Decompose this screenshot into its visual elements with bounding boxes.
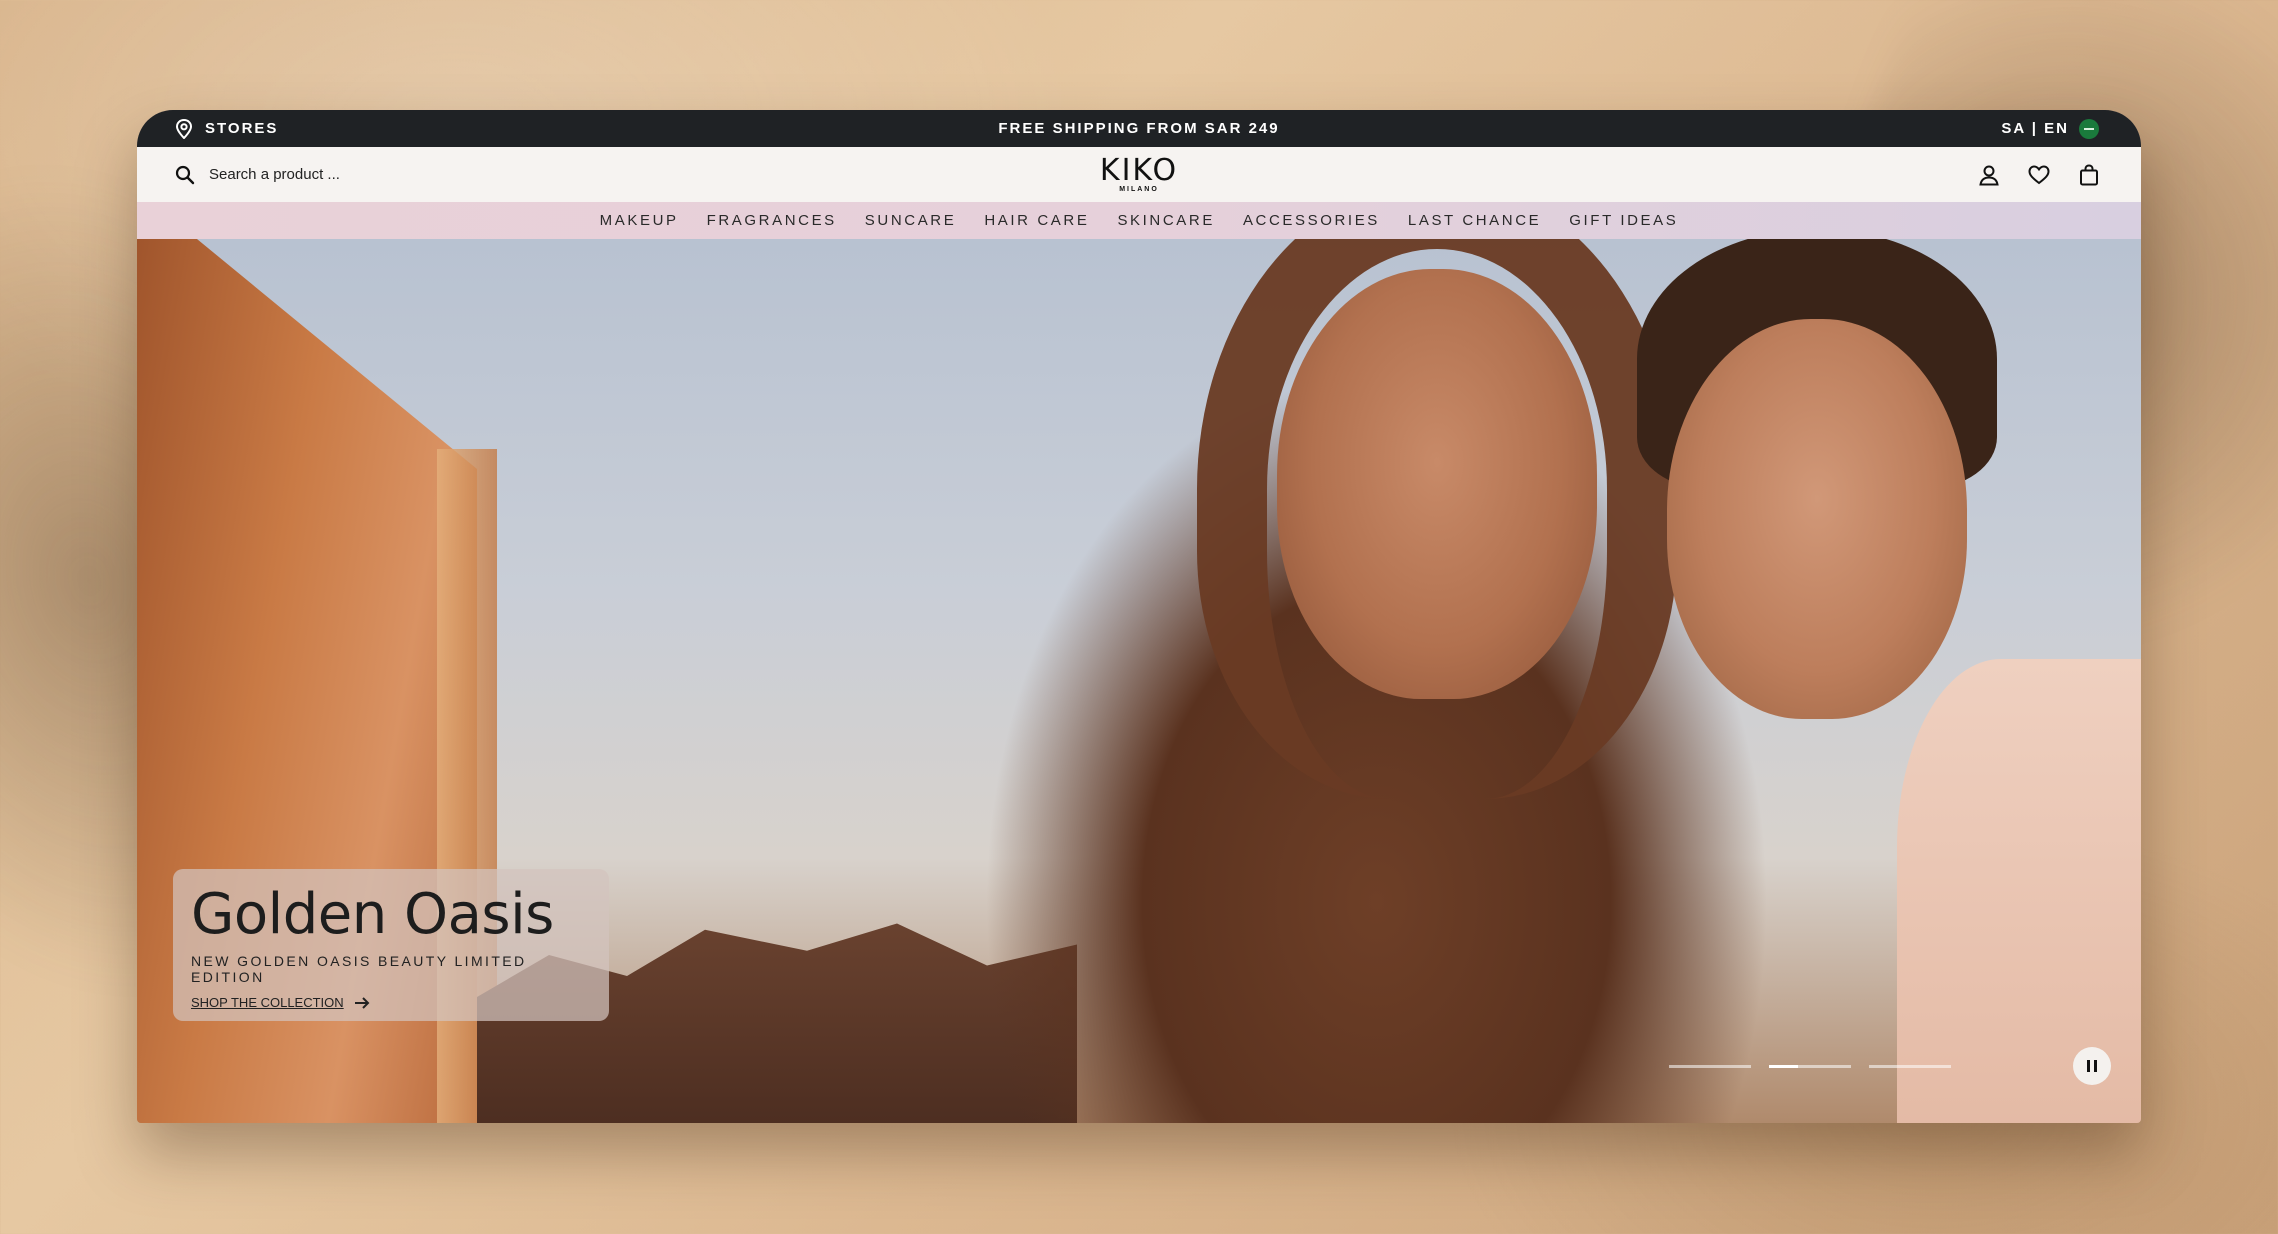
header-actions xyxy=(1977,147,2101,202)
shop-collection-label: SHOP THE COLLECTION xyxy=(191,995,344,1010)
logo-brand-text: KIKO xyxy=(1099,153,1179,188)
browser-window: STORES FREE SHIPPING FROM SAR 249 SA | E… xyxy=(137,110,2141,1123)
locale-label: SA | EN xyxy=(2001,120,2069,137)
search-input[interactable]: Search a product ... xyxy=(175,147,340,202)
pause-icon-bar-left xyxy=(2087,1060,2090,1072)
account-icon xyxy=(1979,165,1999,185)
hero-banner[interactable]: Golden Oasis NEW GOLDEN OASIS BEAUTY LIM… xyxy=(137,239,2141,1123)
hero-subtitle: NEW GOLDEN OASIS BEAUTY LIMITED EDITION xyxy=(191,953,527,985)
nav-item-gift-ideas[interactable]: GIFT IDEAS xyxy=(1569,212,1678,229)
arrow-right-icon xyxy=(354,996,370,1009)
carousel-pause-button[interactable] xyxy=(2073,1047,2111,1085)
top-announcement-bar: STORES FREE SHIPPING FROM SAR 249 SA | E… xyxy=(137,110,2141,147)
carousel-indicator-1[interactable] xyxy=(1669,1065,1751,1068)
carousel-indicator-2[interactable] xyxy=(1769,1065,1851,1068)
search-icon xyxy=(175,165,195,184)
saudi-flag-icon xyxy=(2079,118,2099,139)
search-placeholder: Search a product ... xyxy=(209,166,340,183)
nav-item-skincare[interactable]: SKINCARE xyxy=(1117,212,1215,229)
shop-collection-link[interactable]: SHOP THE COLLECTION xyxy=(191,995,591,1010)
carousel-indicators xyxy=(1669,1065,1951,1068)
nav-item-last-chance[interactable]: LAST CHANCE xyxy=(1408,212,1541,229)
free-shipping-banner: FREE SHIPPING FROM SAR 249 xyxy=(137,110,2141,147)
kiko-logo[interactable]: KIKO MILANO xyxy=(1099,153,1179,195)
hero-model-right xyxy=(1667,319,1967,719)
account-button[interactable] xyxy=(1977,163,2001,187)
nav-item-fragrances[interactable]: FRAGRANCES xyxy=(707,212,837,229)
hero-promo-card: Golden Oasis NEW GOLDEN OASIS BEAUTY LIM… xyxy=(173,869,609,1021)
nav-item-suncare[interactable]: SUNCARE xyxy=(865,212,957,229)
hero-model-left xyxy=(1277,269,1597,699)
nav-item-hair-care[interactable]: HAIR CARE xyxy=(984,212,1089,229)
shopping-bag-icon xyxy=(2080,163,2098,185)
wishlist-button[interactable] xyxy=(2027,163,2051,187)
wishlist-heart-icon xyxy=(2028,164,2050,184)
pause-icon-bar-right xyxy=(2094,1060,2097,1072)
hero-title: Golden Oasis xyxy=(191,882,554,947)
main-header: Search a product ... KIKO MILANO xyxy=(137,147,2141,202)
free-shipping-text: FREE SHIPPING FROM SAR 249 xyxy=(998,120,1280,137)
category-nav: MAKEUP FRAGRANCES SUNCARE HAIR CARE SKIN… xyxy=(137,202,2141,239)
nav-item-makeup[interactable]: MAKEUP xyxy=(600,212,679,229)
nav-item-accessories[interactable]: ACCESSORIES xyxy=(1243,212,1380,229)
carousel-progress-fill xyxy=(1769,1065,1798,1068)
locale-selector[interactable]: SA | EN xyxy=(2001,110,2099,147)
carousel-indicator-3[interactable] xyxy=(1869,1065,1951,1068)
cart-button[interactable] xyxy=(2077,163,2101,187)
